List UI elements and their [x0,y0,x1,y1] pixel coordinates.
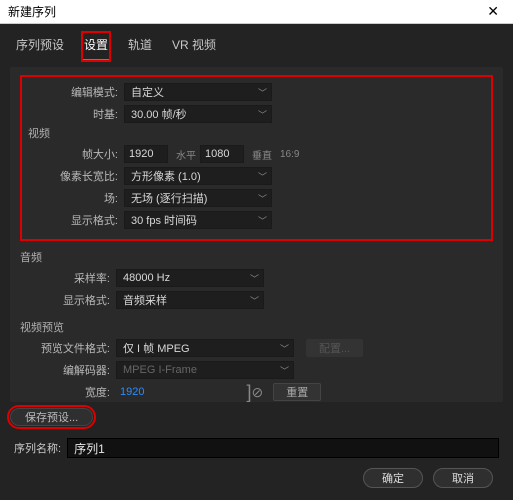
video-section-title: 视频 [28,125,485,141]
tab-presets[interactable]: 序列预设 [14,32,66,61]
codec-label: 编解码器: [20,362,116,378]
chevron-down-icon: ﹀ [258,170,267,183]
chevron-down-icon: ﹀ [280,364,289,377]
preview-fmt-select[interactable]: 仅 I 帧 MPEG﹀ [116,339,294,357]
par-select[interactable]: 方形像素 (1.0)﹀ [124,167,272,185]
edit-mode-label: 编辑模式: [28,84,124,100]
codec-select: MPEG I-Frame﹀ [116,361,294,379]
chevron-down-icon: ﹀ [258,192,267,205]
link-icon[interactable]: ⊘ [252,384,264,401]
timebase-select[interactable]: 30.00 帧/秒﹀ [124,105,272,123]
chevron-down-icon: ﹀ [250,272,259,285]
video-disp-fmt-label: 显示格式: [28,212,124,228]
reset-button[interactable]: 重置 [273,383,321,401]
tab-bar: 序列预设 设置 轨道 VR 视频 [6,24,507,61]
vert-label: 垂直 [252,147,272,162]
frame-size-label: 帧大小: [28,146,124,162]
video-highlight-box: 编辑模式: 自定义﹀ 时基: 30.00 帧/秒﹀ 视频 帧大小: 1920 水… [20,75,493,241]
sample-rate-select[interactable]: 48000 Hz﹀ [116,269,264,287]
frame-width-input[interactable]: 1920 [124,145,168,163]
audio-disp-fmt-select[interactable]: 音频采样﹀ [116,291,264,309]
dialog-title: 新建序列 [8,3,56,20]
ok-button[interactable]: 确定 [363,468,423,488]
config-button: 配置... [306,339,363,357]
chevron-down-icon: ﹀ [258,86,267,99]
seq-name-input[interactable] [67,438,499,458]
chevron-down-icon: ﹀ [258,214,267,227]
aspect-label: 16:9 [280,149,299,160]
audio-disp-fmt-label: 显示格式: [20,292,116,308]
preview-width-value[interactable]: 1920 [116,386,148,398]
timebase-label: 时基: [28,106,124,122]
preview-fmt-label: 预览文件格式: [20,340,116,356]
chevron-down-icon: ﹀ [258,108,267,121]
frame-height-input[interactable]: 1080 [200,145,244,163]
sample-rate-label: 采样率: [20,270,116,286]
chevron-down-icon: ﹀ [280,342,289,355]
preview-width-label: 宽度: [20,384,116,400]
chevron-down-icon: ﹀ [250,294,259,307]
horiz-label: 水平 [176,147,196,162]
edit-mode-select[interactable]: 自定义﹀ [124,83,272,101]
fields-select[interactable]: 无场 (逐行扫描)﹀ [124,189,272,207]
tab-settings[interactable]: 设置 [82,32,110,61]
save-preset-button[interactable]: 保存预设... [10,408,93,426]
seq-name-label: 序列名称: [14,440,61,456]
tab-vr[interactable]: VR 视频 [170,32,218,61]
audio-section-title: 音频 [20,249,493,265]
close-icon[interactable]: ✕ [481,3,505,20]
fields-label: 场: [28,190,124,206]
video-disp-fmt-select[interactable]: 30 fps 时间码﹀ [124,211,272,229]
cancel-button[interactable]: 取消 [433,468,493,488]
preview-section-title: 视频预览 [20,319,493,335]
par-label: 像素长宽比: [28,168,124,184]
tab-tracks[interactable]: 轨道 [126,32,154,61]
